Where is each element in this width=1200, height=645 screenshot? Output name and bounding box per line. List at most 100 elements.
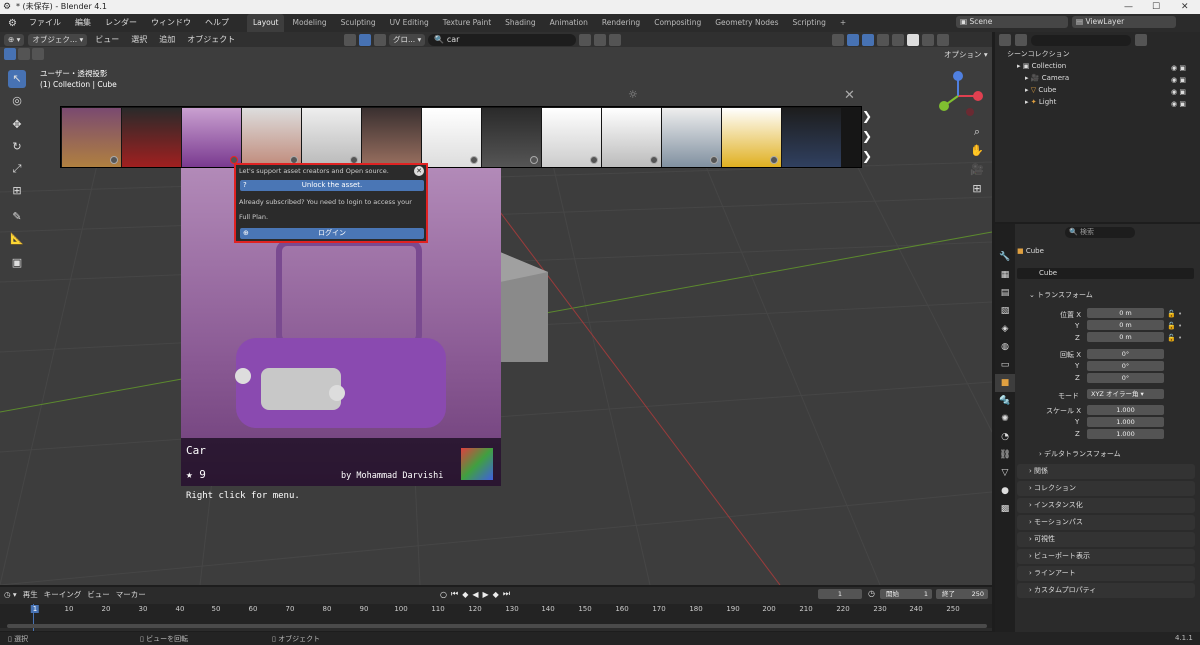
- asset-type-icon[interactable]: [374, 34, 386, 46]
- asset-thumb-5[interactable]: [302, 108, 361, 167]
- viewport-menu-view[interactable]: ビュー: [91, 32, 123, 47]
- timeline-menu-playback[interactable]: 再生: [23, 589, 38, 600]
- asset-thumb-8[interactable]: [482, 108, 541, 167]
- relations-panel[interactable]: › 関係: [1017, 464, 1195, 479]
- view-layer-tab-icon[interactable]: ▧: [995, 302, 1015, 320]
- select-tool-icon[interactable]: ↖: [8, 70, 26, 88]
- world-tab-icon[interactable]: ◍: [995, 338, 1015, 356]
- asset-thumb-police[interactable]: [542, 108, 601, 167]
- popup-close-icon[interactable]: ✕: [414, 166, 424, 176]
- line-art-panel[interactable]: › ラインアート: [1017, 566, 1195, 581]
- scene-tab-icon[interactable]: ◈: [995, 320, 1015, 338]
- collections-panel[interactable]: › コレクション: [1017, 481, 1195, 496]
- minimize-icon[interactable]: —: [1124, 0, 1133, 14]
- bookmark-icon[interactable]: [594, 34, 607, 46]
- add-workspace-icon[interactable]: +: [834, 14, 852, 32]
- login-button[interactable]: ⊕ ログイン: [240, 228, 424, 239]
- scene-selector[interactable]: ▣ Scene: [956, 16, 1068, 28]
- end-frame-field[interactable]: 終了 250: [936, 589, 988, 599]
- collection-tab-icon[interactable]: ▭: [995, 356, 1015, 374]
- delta-transform-panel[interactable]: › デルタトランスフォーム: [1027, 447, 1195, 462]
- scale-x-field[interactable]: 1.000: [1087, 405, 1164, 415]
- asset-thumb-6[interactable]: [362, 108, 421, 167]
- outliner-search-input[interactable]: [1031, 34, 1131, 46]
- tab-scripting[interactable]: Scripting: [786, 14, 831, 32]
- maximize-icon[interactable]: ☐: [1152, 0, 1160, 14]
- timeline-menu-keying[interactable]: キーイング: [44, 589, 82, 600]
- modifier-tab-icon[interactable]: 🔩: [995, 392, 1015, 410]
- zoom-icon[interactable]: ⌕: [970, 122, 984, 141]
- tab-animation[interactable]: Animation: [544, 14, 594, 32]
- eye-toggle-icon[interactable]: ◉ ▣: [1171, 86, 1186, 98]
- transform-panel-header[interactable]: ⌄ トランスフォーム: [1017, 288, 1195, 303]
- jump-end-icon[interactable]: ⏭: [503, 589, 510, 599]
- asset-thumb-taxi[interactable]: [722, 108, 781, 167]
- rotation-y-field[interactable]: 0°: [1087, 361, 1164, 371]
- tool-tab-icon[interactable]: 🔧: [995, 248, 1015, 266]
- display-mode-icon[interactable]: [1015, 34, 1027, 46]
- constraints-tab-icon[interactable]: ⛓: [995, 446, 1015, 464]
- scale-tool-icon[interactable]: ⤢: [8, 160, 26, 178]
- outliner-editor-icon[interactable]: [999, 34, 1011, 46]
- instancing-panel[interactable]: › インスタンス化: [1017, 498, 1195, 513]
- menu-window[interactable]: ウィンドウ: [145, 14, 197, 32]
- asset-thumb-fedex[interactable]: [422, 108, 481, 167]
- measure-tool-icon[interactable]: 📐: [8, 230, 26, 248]
- close-window-icon[interactable]: ✕: [1181, 0, 1189, 14]
- transform-tool-icon[interactable]: ⊞: [8, 182, 26, 200]
- scale-y-field[interactable]: 1.000: [1087, 417, 1164, 427]
- next-page-icon[interactable]: ❯: [862, 106, 872, 126]
- viewport-options-button[interactable]: オプション ▾: [940, 49, 992, 61]
- data-tab-icon[interactable]: ▽: [995, 464, 1015, 482]
- select-subtract-icon[interactable]: [32, 48, 44, 60]
- pan-hand-icon[interactable]: ✋: [970, 141, 984, 160]
- unlock-asset-button[interactable]: ? Unlock the asset.: [240, 180, 424, 191]
- menu-file[interactable]: ファイル: [23, 14, 67, 32]
- tab-layout[interactable]: Layout: [246, 14, 285, 32]
- view-layer-selector[interactable]: ▤ ViewLayer: [1072, 16, 1176, 28]
- camera-view-icon[interactable]: 🎥: [970, 160, 984, 179]
- output-tab-icon[interactable]: ▤: [995, 284, 1015, 302]
- asset-thumb-2[interactable]: [122, 108, 181, 167]
- location-z-field[interactable]: 0 m: [1087, 332, 1164, 342]
- menu-render[interactable]: レンダー: [99, 14, 143, 32]
- annotate-tool-icon[interactable]: ✎: [8, 208, 26, 226]
- lock-toggle-icon[interactable]: 🔓 •: [1167, 332, 1182, 344]
- asset-bridge-icon[interactable]: [344, 34, 356, 46]
- tab-rendering[interactable]: Rendering: [596, 14, 646, 32]
- object-name-field[interactable]: Cube: [1017, 268, 1194, 279]
- eye-toggle-icon[interactable]: ◉ ▣: [1171, 98, 1186, 110]
- jump-start-icon[interactable]: ⏮: [451, 589, 458, 599]
- select-extend-icon[interactable]: [18, 48, 30, 60]
- close-strip-icon[interactable]: ✕: [844, 88, 855, 103]
- tab-shading[interactable]: Shading: [499, 14, 541, 32]
- viewport-menu-add[interactable]: 追加: [155, 32, 179, 47]
- asset-thumb-10[interactable]: [602, 108, 661, 167]
- add-cube-tool-icon[interactable]: ▣: [8, 254, 26, 272]
- outliner-row-collection[interactable]: ▸ ▣ Collection: [1017, 62, 1197, 73]
- xray-icon[interactable]: [877, 34, 889, 46]
- tab-uv-editing[interactable]: UV Editing: [384, 14, 435, 32]
- next-page-icon[interactable]: ❯: [862, 146, 872, 166]
- viewport-menu-object[interactable]: オブジェクト: [183, 32, 239, 47]
- tab-texture-paint[interactable]: Texture Paint: [437, 14, 497, 32]
- current-frame-field[interactable]: 1: [818, 589, 862, 599]
- move-tool-icon[interactable]: ✥: [8, 116, 26, 134]
- asset-thumb-4[interactable]: [242, 108, 301, 167]
- scale-z-field[interactable]: 1.000: [1087, 429, 1164, 439]
- particles-tab-icon[interactable]: ✺: [995, 410, 1015, 428]
- asset-thumb-11[interactable]: [662, 108, 721, 167]
- custom-properties-panel[interactable]: › カスタムプロパティ: [1017, 583, 1195, 598]
- location-x-field[interactable]: 0 m: [1087, 308, 1164, 318]
- asset-mode-icon[interactable]: [359, 34, 371, 46]
- tab-sculpting[interactable]: Sculpting: [335, 14, 382, 32]
- menu-edit[interactable]: 編集: [69, 14, 97, 32]
- start-frame-field[interactable]: 開始 1: [880, 589, 932, 599]
- asset-thumb-13[interactable]: [782, 108, 841, 167]
- rotation-mode-select[interactable]: XYZ オイラー角 ▾: [1087, 389, 1164, 399]
- record-icon[interactable]: ○: [440, 590, 447, 599]
- asset-thumb-1[interactable]: [62, 108, 121, 167]
- play-icon[interactable]: ▶: [483, 590, 489, 599]
- blender-menu-icon[interactable]: ⚙: [4, 18, 21, 29]
- cursor-tool-icon[interactable]: ◎: [8, 92, 26, 110]
